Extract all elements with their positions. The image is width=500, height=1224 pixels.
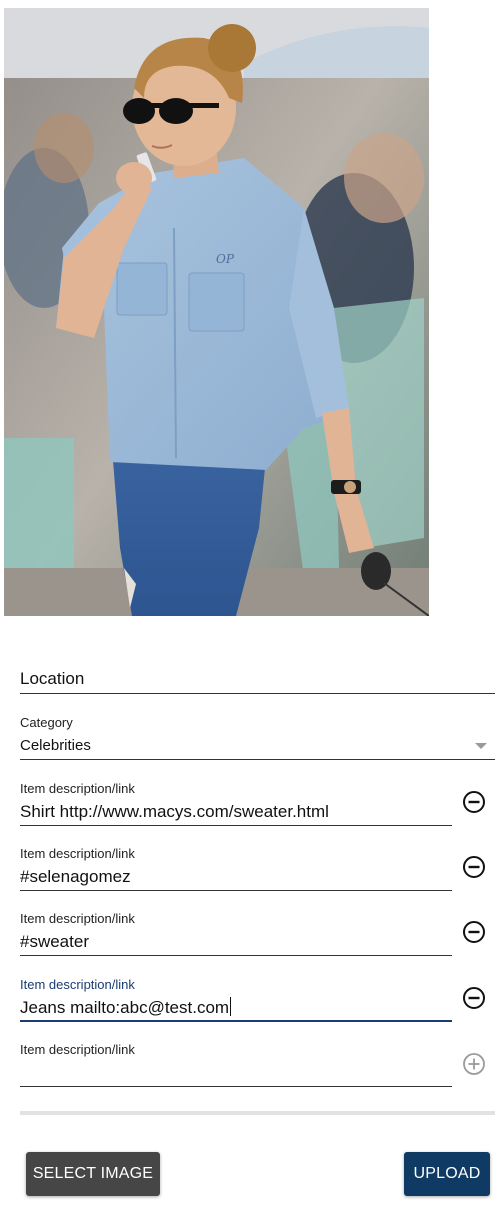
item-label: Item description/link xyxy=(20,1042,135,1057)
item-description-field-4[interactable]: Item description/link Jeans mailto:abc@t… xyxy=(20,977,452,1023)
selected-photo: OP xyxy=(4,8,429,616)
item-value: Shirt http://www.macys.com/sweater.html xyxy=(20,802,329,821)
add-circle-icon[interactable] xyxy=(462,1052,486,1076)
item-underline xyxy=(20,955,452,956)
item-value-wrapper: Jeans mailto:abc@test.com xyxy=(20,997,452,1019)
item-description-field-2[interactable]: Item description/link #selenagomez xyxy=(20,846,452,892)
category-selected-value: Celebrities xyxy=(20,737,91,754)
item-value: #selenagomez xyxy=(20,867,131,886)
category-label: Category xyxy=(20,715,73,730)
item-label: Item description/link xyxy=(20,781,135,796)
item-label: Item description/link xyxy=(20,846,135,861)
location-field[interactable]: Location xyxy=(20,668,495,694)
pocket-monogram: OP xyxy=(216,252,235,266)
remove-circle-icon[interactable] xyxy=(462,986,486,1010)
category-underline xyxy=(20,759,495,760)
section-divider xyxy=(20,1111,495,1115)
category-select[interactable]: Category Celebrities xyxy=(20,715,495,761)
item-underline xyxy=(20,825,452,826)
remove-circle-icon[interactable] xyxy=(462,920,486,944)
item-description-field-5[interactable]: Item description/link xyxy=(20,1042,452,1088)
item-value: #sweater xyxy=(20,932,89,951)
item-label: Item description/link xyxy=(20,977,135,992)
item-underline xyxy=(20,1020,452,1022)
item-value: Jeans mailto:abc@test.com xyxy=(20,998,230,1017)
dropdown-arrow-icon[interactable] xyxy=(475,743,487,749)
item-underline xyxy=(20,1086,452,1087)
remove-circle-icon[interactable] xyxy=(462,855,486,879)
item-description-field-1[interactable]: Item description/link Shirt http://www.m… xyxy=(20,781,452,827)
item-underline xyxy=(20,890,452,891)
select-image-button[interactable]: SELECT IMAGE xyxy=(26,1152,160,1196)
item-description-field-3[interactable]: Item description/link #sweater xyxy=(20,911,452,957)
location-underline xyxy=(20,693,495,694)
item-label: Item description/link xyxy=(20,911,135,926)
upload-button[interactable]: UPLOAD xyxy=(404,1152,490,1196)
text-caret xyxy=(230,997,232,1016)
photo-illustration: OP xyxy=(4,8,429,616)
location-placeholder: Location xyxy=(20,669,85,688)
remove-circle-icon[interactable] xyxy=(462,790,486,814)
